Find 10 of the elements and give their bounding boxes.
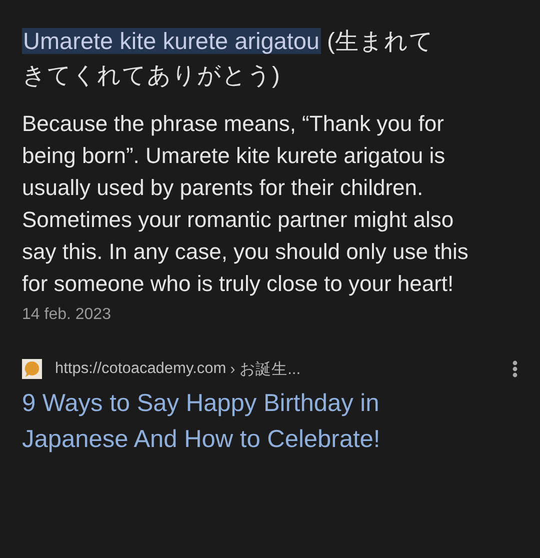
breadcrumb-text: › お誕生... <box>230 360 301 380</box>
heading-text: きてくれてありがとう) <box>22 62 280 88</box>
snippet-text: Because the phrase means, “Thank you for being born”. Umarete kite kurete arigatou is usually used by parents for their children. Sometimes your romantic partner might also say this. In any case, you should only use this for someone who is truly close to your heart! <box>22 110 470 298</box>
source-url[interactable]: https://cotoacademy.com <box>55 360 226 378</box>
more-options-icon[interactable] <box>512 360 518 378</box>
date-text: 14 feb. 2023 <box>22 306 112 324</box>
highlighted-text: Umarete kite kurete arigatou <box>22 28 321 54</box>
heading-text: (生まれて <box>327 28 434 54</box>
result-title-link[interactable]: 9 Ways to Say Happy Birthday in Japanese And How to Celebrate! <box>22 386 492 458</box>
site-favicon-icon <box>22 359 42 379</box>
